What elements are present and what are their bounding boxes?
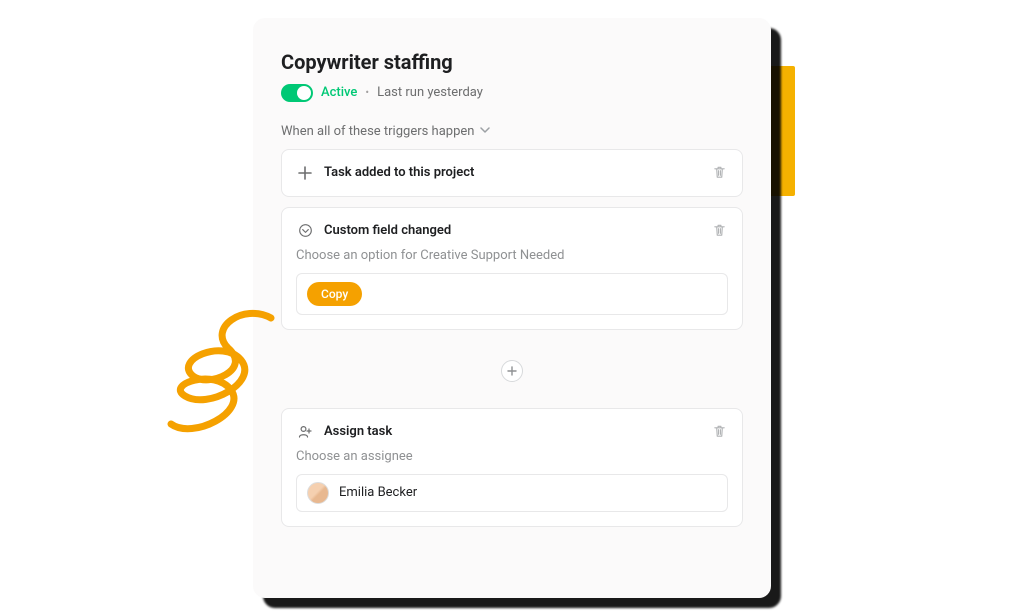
last-run-text: Last run yesterday — [377, 85, 483, 100]
trigger-title: Custom field changed — [324, 223, 702, 238]
action-description: Choose an assignee — [296, 449, 728, 464]
separator-dot: • — [365, 86, 369, 99]
chevron-down-icon — [480, 124, 490, 139]
assignee-name: Emilia Becker — [339, 485, 417, 500]
triggers-dropdown[interactable]: When all of these triggers happen — [281, 124, 743, 139]
trigger-description: Choose an option for Creative Support Ne… — [296, 248, 728, 263]
delete-action-button[interactable] — [712, 424, 728, 440]
active-toggle[interactable] — [281, 84, 313, 102]
assign-person-icon — [296, 423, 314, 441]
add-step-button[interactable] — [501, 360, 523, 382]
custom-field-option-select[interactable]: Copy — [296, 273, 728, 315]
circle-arrow-icon — [296, 222, 314, 240]
triggers-header-label: When all of these triggers happen — [281, 124, 474, 139]
toggle-knob — [297, 86, 311, 100]
avatar — [307, 482, 329, 504]
action-card-assign-task[interactable]: Assign task Choose an assignee Emilia Be… — [281, 408, 743, 527]
trigger-card-custom-field[interactable]: Custom field changed Choose an option fo… — [281, 207, 743, 330]
trigger-card-task-added[interactable]: Task added to this project — [281, 149, 743, 197]
option-pill: Copy — [307, 282, 362, 306]
automation-panel: Copywriter staffing Active • Last run ye… — [253, 18, 771, 598]
delete-trigger-button[interactable] — [712, 165, 728, 181]
action-title: Assign task — [324, 424, 702, 439]
connector — [281, 340, 743, 402]
delete-trigger-button[interactable] — [712, 223, 728, 239]
plus-icon — [296, 164, 314, 182]
panel-title: Copywriter staffing — [281, 50, 743, 74]
status-row: Active • Last run yesterday — [281, 84, 743, 102]
assignee-select[interactable]: Emilia Becker — [296, 474, 728, 512]
trigger-title: Task added to this project — [324, 165, 702, 180]
active-label: Active — [321, 85, 357, 100]
